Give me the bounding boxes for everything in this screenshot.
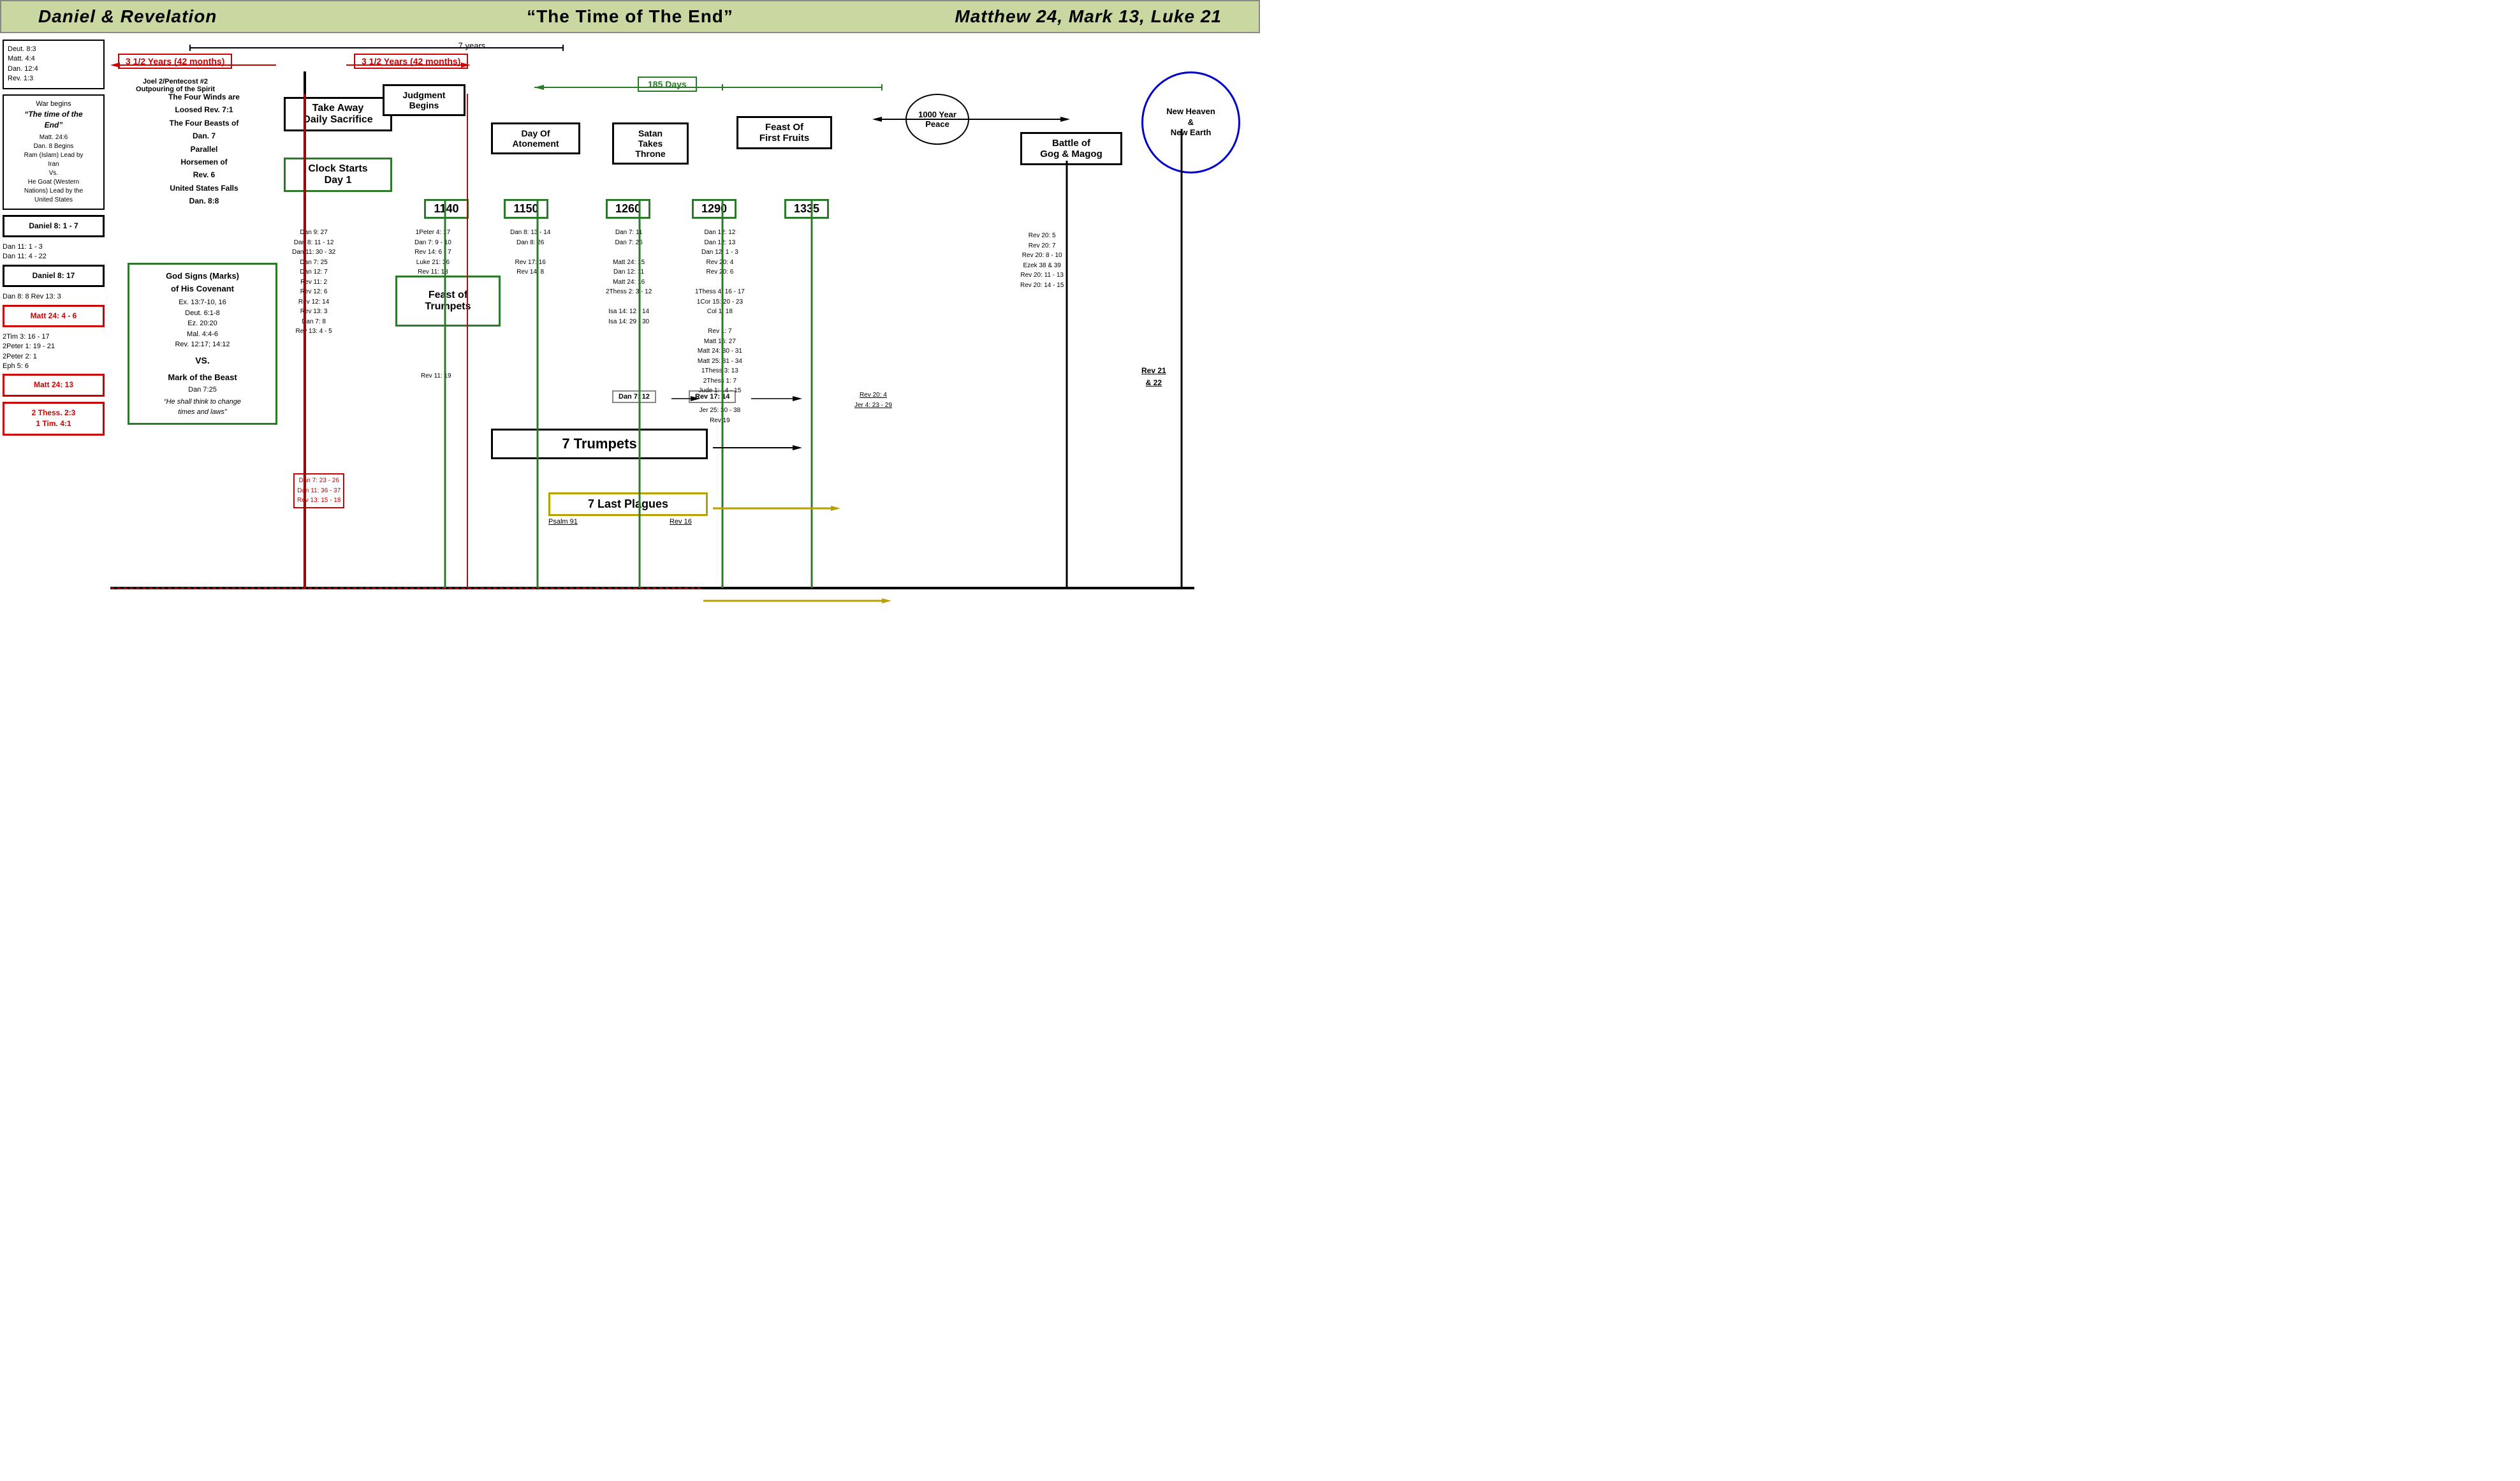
dan725-label: Dan 7:25 [135, 385, 270, 395]
col2-refs: 1Peter 4: 17 Dan 7: 9 - 10 Rev 14: 6 - 7… [414, 228, 451, 277]
beast-quote: “He shall think to change times and laws… [135, 397, 270, 418]
sidebar-matt-24-13: Matt 24: 13 [3, 374, 105, 396]
horsemen-label: Horsemen of [134, 156, 274, 168]
main-content: Deut. 8:3 Matt. 4:4 Dan. 12:4 Rev. 1:3 W… [0, 33, 1260, 722]
sidebar-matt13-label: Matt 24: 13 [34, 380, 73, 389]
sidebar-dan11: Dan 11: 1 - 3 Dan 11: 4 - 22 [3, 242, 105, 262]
sidebar-dan8-rev: Dan 8: 8 Rev 13: 3 [3, 292, 105, 302]
sidebar-thess-tim: 2 Thess. 2:3 1 Tim. 4:1 [3, 402, 105, 436]
left-sidebar: Deut. 8:3 Matt. 4:4 Dan. 12:4 Rev. 1:3 W… [3, 40, 105, 441]
loosed-label: Loosed Rev. 7:1 [134, 103, 274, 116]
header-left: Daniel & Revelation [38, 6, 217, 27]
dan88-label: Dan. 8:8 [134, 195, 274, 207]
feast-trumpets-box: Feast of Trumpets [395, 276, 501, 327]
take-away-daily-box: Take Away Daily Sacrifice [284, 97, 392, 131]
god-signs-section: God Signs (Marks) of His Covenant Ex. 13… [128, 263, 277, 425]
page-header: Daniel & Revelation “The Time of The End… [0, 0, 1260, 33]
battle-gog-magog-box: Battle of Gog & Magog [1020, 132, 1122, 165]
new-heaven-earth-circle: New Heaven & New Earth [1141, 71, 1240, 173]
seven-years-label: 7 years [281, 41, 663, 50]
milestone-1150: 1150 [504, 199, 548, 219]
rev16-label: Rev 16 [670, 518, 692, 526]
day-atonement-box: Day Of Atonement [491, 122, 580, 154]
rev6-label: Rev. 6 [134, 168, 274, 181]
sidebar-daniel-8-1-7: Daniel 8: 1 - 7 [3, 215, 105, 237]
four-winds-label: The Four Winds are [134, 91, 274, 103]
sidebar-war-refs: Matt. 24:6 Dan. 8 Begins Ram (Islam) Lea… [8, 133, 99, 205]
col4-refs: Dan 7: 11 Dan 7: 26 Matt 24: 15 Dan 12: … [606, 228, 652, 327]
dan712-box: Dan 7: 12 [612, 390, 656, 403]
milestone-1290: 1290 [692, 199, 736, 219]
col1-refs: Dan 9: 27 Dan 8: 11 - 12 Dan 11: 30 - 32… [292, 228, 335, 337]
satan-throne-box: Satan Takes Throne [612, 122, 689, 165]
milestone-1260: 1260 [606, 199, 650, 219]
days-185-box: 185 Days [638, 77, 697, 92]
judgment-begins-box: Judgment Begins [383, 84, 465, 116]
sidebar-matt-label: Matt 24: 4 - 6 [31, 311, 77, 320]
sidebar-dan-label: Daniel 8: 1 - 7 [29, 221, 78, 230]
sidebar-war-title: War begins [8, 99, 99, 109]
milestone-1335: 1335 [784, 199, 829, 219]
god-signs-title: God Signs (Marks) of His Covenant [135, 270, 270, 295]
psalm91-label: Psalm 91 [548, 518, 578, 526]
col5-refs: Dan 12: 12 Dan 12: 13 Dan 12: 1 - 3 Rev … [695, 228, 745, 425]
sidebar-matt-24-4-6: Matt 24: 4 - 6 [3, 305, 105, 327]
second-half-box: 3 1/2 Years (42 months) [354, 54, 468, 69]
sidebar-time-end: “The time of the End” [8, 109, 99, 131]
mark-beast-label: Mark of the Beast [135, 371, 270, 384]
page-wrapper: Daniel & Revelation “The Time of The End… [0, 0, 1260, 722]
first-half-box: 3 1/2 Years (42 months) [118, 54, 232, 69]
col2b-refs: Rev 11: 19 [421, 371, 451, 381]
seven-trumpets-box: 7 Trumpets [491, 429, 708, 459]
sidebar-thess-label: 2 Thess. 2:3 1 Tim. 4:1 [32, 408, 76, 428]
feast-first-fruits-box: Feast Of First Fruits [736, 116, 832, 149]
seven-last-plagues-box: 7 Last Plagues [548, 492, 708, 516]
sidebar-daniel-8-17: Daniel 8: 17 [3, 265, 105, 287]
milestone-1140: 1140 [424, 199, 469, 219]
col7-refs: Rev 20: 5 Rev 20: 7 Rev 20: 8 - 10 Ezek … [1020, 231, 1064, 290]
clock-starts-box: Clock Starts Day 1 [284, 158, 392, 192]
winds-section: The Four Winds are Loosed Rev. 7:1 The F… [134, 91, 274, 208]
col8-refs: Rev 21 & 22 [1141, 365, 1166, 388]
sidebar-deut-text: Deut. 8:3 Matt. 4:4 Dan. 12:4 Rev. 1:3 [8, 45, 38, 82]
thousand-year-peace: 1000 Year Peace [905, 94, 969, 145]
sidebar-war-begins: War begins “The time of the End” Matt. 2… [3, 94, 105, 210]
col3-refs: Dan 8: 13 - 14 Dan 8: 26 Rev 17: 16 Rev … [510, 228, 550, 277]
header-right: Matthew 24, Mark 13, Luke 21 [955, 6, 1222, 27]
dan7-label: Dan. 7 [134, 129, 274, 142]
header-center: “The Time of The End” [527, 6, 733, 26]
god-signs-refs: Ex. 13:7-10, 16 Deut. 6:1-8 Ez. 20:20 Ma… [135, 297, 270, 350]
parallel-label: Parallel [134, 143, 274, 156]
sidebar-deut-refs: Deut. 8:3 Matt. 4:4 Dan. 12:4 Rev. 1:3 [3, 40, 105, 89]
sidebar-misc: 2Tim 3: 16 - 17 2Peter 1: 19 - 21 2Peter… [3, 332, 105, 372]
us-falls-label: United States Falls [134, 182, 274, 195]
vs-label: VS. [135, 354, 270, 367]
col1-red-refs: Dan 7: 23 - 26 Dan 11: 36 - 37 Rev 13: 1… [293, 473, 344, 508]
sidebar-dan17-label: Daniel 8: 17 [33, 271, 75, 280]
col6-refs: Rev 20: 4 Jer 4: 23 - 29 [854, 390, 892, 410]
four-beasts-label: The Four Beasts of [134, 117, 274, 129]
